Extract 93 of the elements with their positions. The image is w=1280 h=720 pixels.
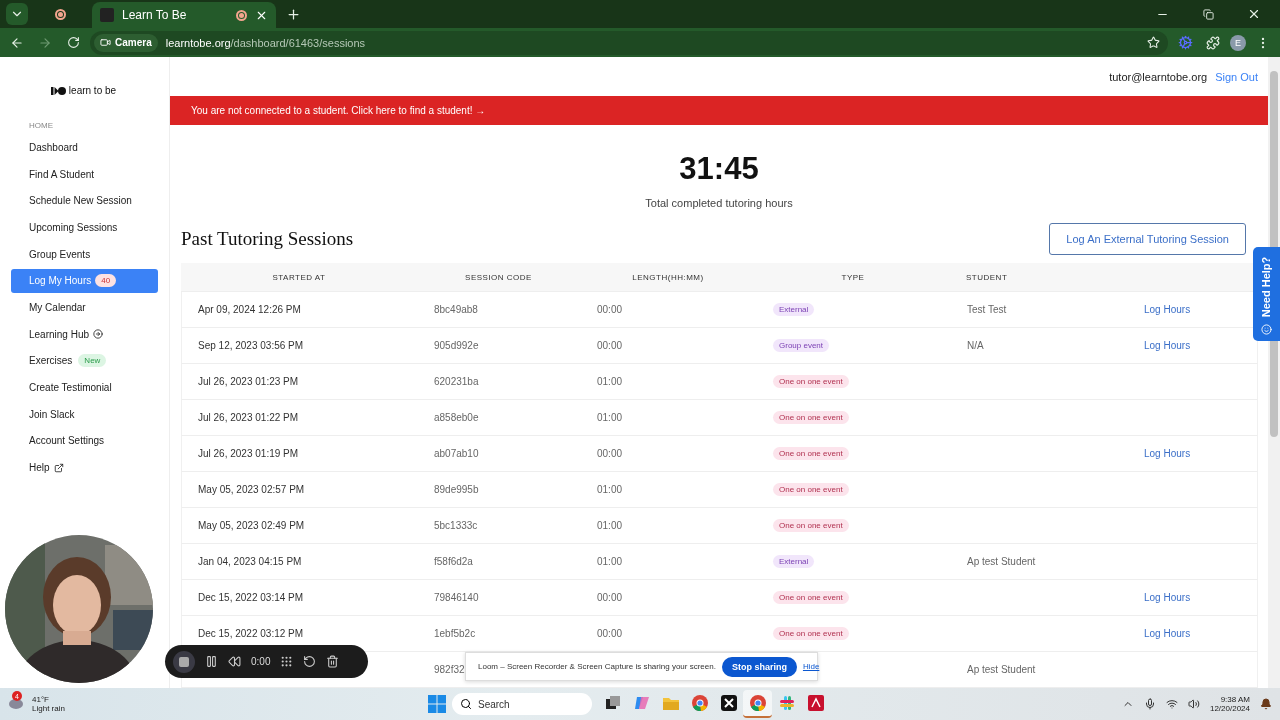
- length-text: 00:00: [597, 304, 623, 315]
- nav-item[interactable]: My Calendar: [11, 295, 158, 320]
- type-tag: One on one event: [773, 591, 849, 604]
- sharing-message: Loom – Screen Recorder & Screen Capture is sharing your screen.: [478, 662, 716, 671]
- column-header: STUDENT: [966, 272, 1008, 282]
- session-code: f58f6d2a: [434, 556, 473, 567]
- session-code: ab07ab10: [434, 448, 479, 459]
- length-text: 01:00: [597, 520, 623, 531]
- type-tag: One on one event: [773, 447, 849, 460]
- length-text: 00:00: [597, 592, 623, 603]
- length-text: 01:00: [597, 484, 623, 495]
- log-hours-link[interactable]: Log Hours: [1144, 340, 1191, 351]
- section-title: Past Tutoring Sessions: [181, 228, 354, 250]
- address-field[interactable]: learntobe.org/dashboard/61463/sessions: [165, 36, 1134, 49]
- column-header: SESSION CODE: [465, 272, 532, 282]
- browser-tab[interactable]: Learn To Be: [92, 2, 276, 28]
- help-tab[interactable]: Need Help?: [1253, 247, 1280, 341]
- student-name: Ap test Student: [967, 664, 1036, 675]
- nav-item[interactable]: Find A Student: [11, 162, 158, 187]
- type-tag: One on one event: [773, 519, 849, 532]
- alert-banner[interactable]: You are not connected to a student. Click here to find a student! →: [170, 96, 1268, 125]
- nav-item[interactable]: Group Events: [11, 242, 158, 267]
- length-text: 00:00: [597, 628, 623, 639]
- nav-item[interactable]: Upcoming Sessions: [11, 215, 158, 240]
- sign-out-link[interactable]: Sign Out: [1215, 70, 1258, 83]
- type-tag: External: [773, 555, 815, 568]
- count-badge: 40: [95, 274, 117, 288]
- nav-item[interactable]: Learning Hub: [11, 322, 158, 347]
- session-code: 1ebf5b2c: [434, 628, 476, 639]
- date-text: Dec 15, 2022 03:14 PM: [198, 592, 304, 603]
- column-header: STARTED AT: [272, 272, 326, 282]
- nav-item[interactable]: Exercises New: [11, 348, 158, 373]
- type-tag: One on one event: [773, 627, 849, 640]
- section-label: HOME: [29, 121, 54, 130]
- hide-link[interactable]: Hide: [802, 662, 820, 671]
- log-hours-link[interactable]: Log Hours: [1144, 592, 1191, 603]
- date-text: Jul 26, 2023 01:22 PM: [198, 412, 299, 423]
- date-text: May 05, 2023 02:57 PM: [198, 484, 305, 495]
- date-text: Jul 26, 2023 01:23 PM: [198, 376, 299, 387]
- student-name: N/A: [967, 340, 984, 351]
- log-hours-link[interactable]: Log Hours: [1144, 628, 1191, 639]
- nav-item[interactable]: Schedule New Session: [11, 188, 158, 213]
- length-text: 01:00: [597, 556, 623, 567]
- type-tag: One on one event: [773, 411, 849, 424]
- column-header: TYPE: [841, 272, 865, 282]
- date-text: May 05, 2023 02:49 PM: [198, 520, 305, 531]
- length-text: 00:00: [597, 448, 623, 459]
- length-text: 00:00: [597, 340, 623, 351]
- clock-date: 12/20/2024: [1209, 704, 1250, 713]
- session-code: a858eb0e: [434, 412, 479, 423]
- type-tag: One on one event: [773, 375, 849, 388]
- weather-text: Light rain: [32, 704, 65, 713]
- date-text: Dec 15, 2022 03:12 PM: [198, 628, 304, 639]
- nav-item[interactable]: Create Testimonial: [11, 375, 158, 400]
- type-tag: One on one event: [773, 483, 849, 496]
- session-code: 982f32: [434, 664, 465, 675]
- session-code: 905d992e: [434, 340, 479, 351]
- date-text: Jan 04, 2023 04:15 PM: [198, 556, 302, 567]
- type-tag: Group event: [773, 339, 830, 352]
- log-hours-link[interactable]: Log Hours: [1144, 304, 1191, 315]
- nav-item[interactable]: Join Slack: [11, 402, 158, 427]
- date-text: Apr 09, 2024 12:26 PM: [198, 304, 301, 315]
- session-code: 8bc49ab8: [434, 304, 478, 315]
- session-code: 89de995b: [434, 484, 479, 495]
- user-email: tutor@learntobe.org: [1109, 70, 1208, 83]
- logo-text: learn to be: [68, 85, 117, 96]
- total-hours: 31:45: [679, 151, 759, 187]
- log-external-button[interactable]: Log An External Tutoring Session: [1049, 223, 1246, 255]
- session-code: 5bc1333c: [434, 520, 478, 531]
- column-header: LENGTH(HH:MM): [632, 272, 704, 282]
- student-name: Ap test Student: [967, 556, 1036, 567]
- taskbar-search[interactable]: Search: [452, 693, 592, 715]
- nav-item[interactable]: Dashboard: [11, 135, 158, 160]
- session-code: 620231ba: [434, 376, 479, 387]
- length-text: 01:00: [597, 412, 623, 423]
- date-text: Jul 26, 2023 01:19 PM: [198, 448, 299, 459]
- camera-label: Camera: [115, 37, 152, 48]
- student-name: Test Test: [967, 304, 1007, 315]
- recording-time: 0:00: [251, 656, 271, 667]
- length-text: 01:00: [597, 376, 623, 387]
- temperature: 41°F: [32, 695, 50, 704]
- nav-item[interactable]: Log My Hours 40: [11, 268, 158, 293]
- clock-time: 9:38 AM: [1220, 695, 1250, 704]
- nav-item[interactable]: Help: [11, 455, 158, 480]
- nav-item[interactable]: Account Settings: [11, 428, 158, 453]
- total-label: Total completed tutoring hours: [645, 197, 793, 209]
- stop-sharing-button[interactable]: Stop sharing: [721, 656, 797, 677]
- camera-chip[interactable]: Camera: [94, 33, 158, 52]
- log-hours-link[interactable]: Log Hours: [1144, 448, 1191, 459]
- new-tag: New: [78, 354, 107, 368]
- type-tag: External: [773, 303, 815, 316]
- session-code: 79846140: [434, 592, 479, 603]
- date-text: Sep 12, 2023 03:56 PM: [198, 340, 304, 351]
